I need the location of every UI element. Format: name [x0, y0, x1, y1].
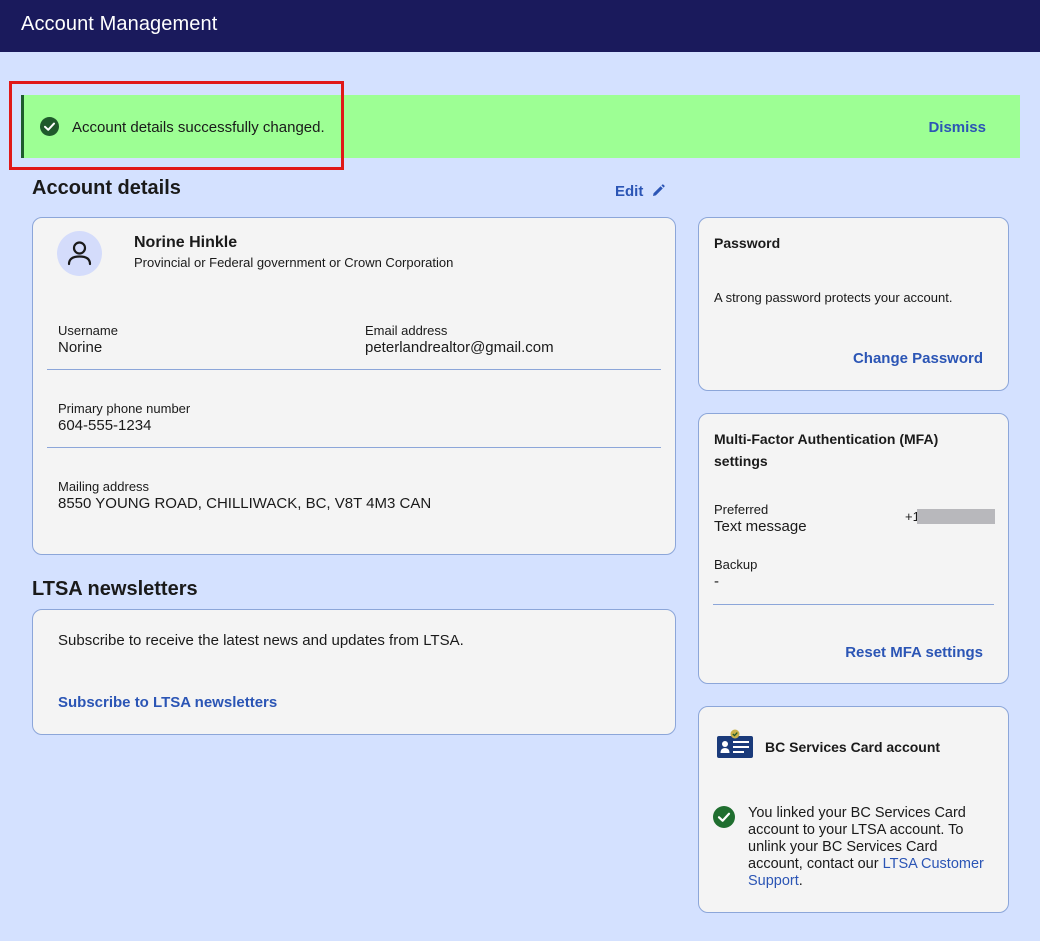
mfa-backup-value: -: [714, 573, 719, 590]
mfa-title-line1: Multi-Factor Authentication (MFA): [714, 431, 939, 447]
dismiss-button[interactable]: Dismiss: [928, 119, 986, 136]
account-details-card: Norine Hinkle Provincial or Federal gove…: [32, 217, 676, 555]
edit-label: Edit: [615, 183, 644, 200]
mfa-preferred-label: Preferred: [714, 502, 769, 517]
email-label: Email address: [365, 323, 448, 338]
username-value: Norine: [58, 339, 103, 356]
pencil-icon: [653, 184, 665, 196]
bc-services-card: BC Services Card account You linked your…: [698, 706, 1009, 913]
password-title: Password: [714, 235, 781, 251]
subscribe-link[interactable]: Subscribe to LTSA newsletters: [58, 694, 277, 711]
banner-message: Account details successfully changed.: [72, 119, 325, 136]
check-circle-icon: [40, 117, 59, 136]
id-card-icon: [717, 729, 753, 758]
check-circle-icon: [713, 806, 735, 828]
user-name: Norine Hinkle: [134, 234, 238, 251]
mailing-value: 8550 YOUNG ROAD, CHILLIWACK, BC, V8T 4M3…: [58, 495, 432, 512]
password-description: A strong password protects your account.: [714, 290, 953, 305]
phone-label: Primary phone number: [58, 401, 191, 416]
redacted-phone: [917, 509, 995, 524]
reset-mfa-link[interactable]: Reset MFA settings: [845, 644, 983, 661]
top-bar: Account Management: [0, 0, 1040, 52]
user-organization: Provincial or Federal government or Crow…: [134, 255, 454, 270]
divider: [47, 369, 661, 370]
edit-button[interactable]: Edit: [615, 183, 665, 200]
app-title: Account Management: [21, 13, 218, 35]
user-icon: [67, 241, 92, 266]
divider: [713, 604, 994, 605]
avatar: [57, 231, 102, 276]
account-details-heading: Account details: [32, 177, 181, 199]
success-banner: Account details successfully changed. Di…: [21, 95, 1020, 158]
newsletters-heading: LTSA newsletters: [32, 578, 198, 600]
mailing-label: Mailing address: [58, 479, 150, 494]
bc-linked-message: You linked your BC Services Card account…: [748, 805, 988, 890]
mfa-backup-label: Backup: [714, 557, 758, 572]
mfa-title-line2: settings: [714, 453, 768, 469]
bc-services-title: BC Services Card account: [765, 739, 941, 755]
change-password-link[interactable]: Change Password: [853, 350, 983, 367]
username-label: Username: [58, 323, 118, 338]
bc-linked-trailing: .: [798, 873, 803, 889]
newsletters-description: Subscribe to receive the latest news and…: [58, 632, 464, 649]
phone-value: 604-555-1234: [58, 417, 152, 434]
mfa-preferred-value: Text message: [714, 518, 807, 535]
newsletters-card: Subscribe to receive the latest news and…: [32, 609, 676, 735]
divider: [47, 447, 661, 448]
mfa-card: Multi-Factor Authentication (MFA) settin…: [698, 413, 1009, 684]
email-value: peterlandrealtor@gmail.com: [365, 339, 554, 356]
password-card: Password A strong password protects your…: [698, 217, 1009, 391]
